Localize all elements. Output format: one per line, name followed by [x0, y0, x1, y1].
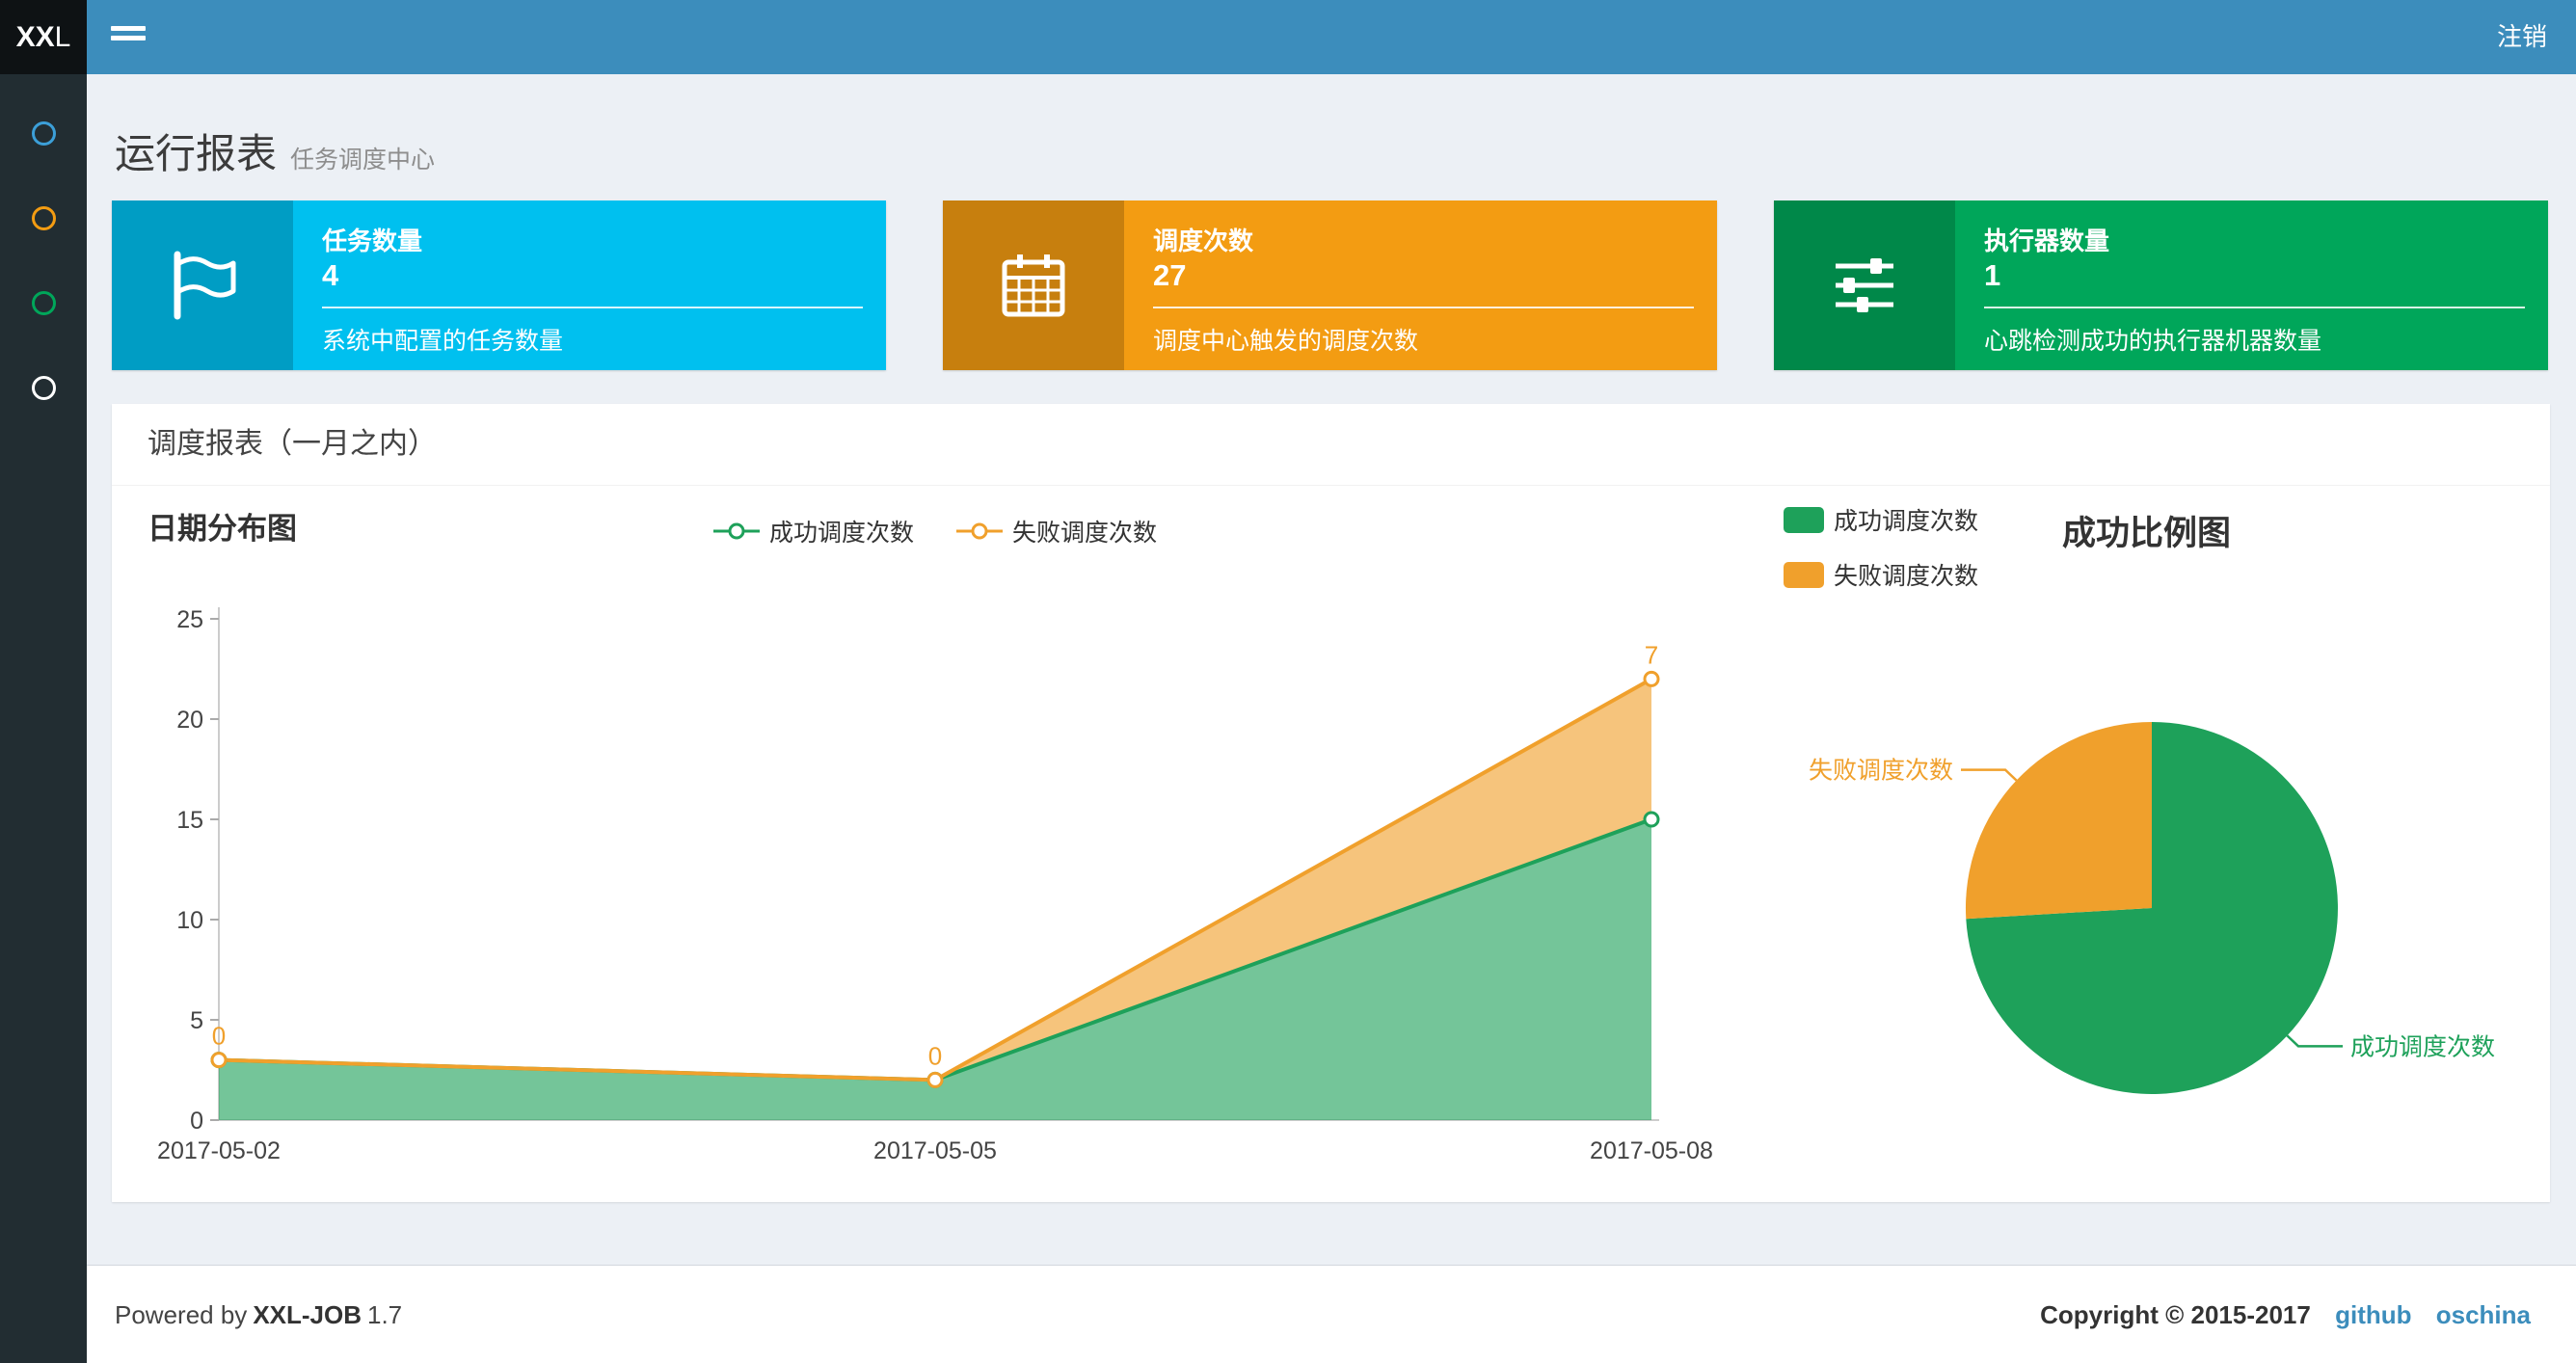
page-title-text: 运行报表	[115, 131, 278, 176]
legend-label: 成功调度次数	[1834, 508, 1979, 535]
sidebar-item-4[interactable]	[0, 345, 87, 430]
info-box-description: 心跳检测成功的执行器机器数量	[1984, 328, 2322, 355]
sidebar-item-2[interactable]	[0, 175, 87, 260]
app-version: 1.7	[367, 1300, 403, 1329]
legend-item-success[interactable]: 成功调度次数	[1784, 502, 1978, 537]
info-box-row: 任务数量 4 系统中配置的任务数量 调度次数 27 调度中心触发的调度次数 执行…	[112, 200, 2548, 370]
circle-icon	[31, 205, 56, 230]
date-distribution-area-chart[interactable]: 05101520252017-05-02 2017-05-05 2017-05-08…	[112, 578, 1770, 1195]
powered-by: Powered by XXL-JOB 1.7	[115, 1300, 403, 1329]
svg-text:10: 10	[176, 907, 203, 934]
line-chart-title: 日期分布图	[148, 512, 297, 546]
info-box-description: 系统中配置的任务数量	[322, 328, 564, 355]
svg-text:20: 20	[176, 707, 203, 734]
page-subtitle: 任务调度中心	[290, 147, 436, 174]
legend-swatch-orange	[1784, 561, 1824, 588]
hamburger-icon	[111, 26, 146, 45]
flag-icon	[112, 200, 293, 370]
sidebar-item-3[interactable]	[0, 260, 87, 345]
legend-label: 失败调度次数	[1834, 563, 1979, 590]
xxl-job-dashboard: XXL 注销 运行报表 任务调度中心 任务数量 4 系统中配置的任务数量 调度次…	[0, 0, 2576, 1363]
svg-text:25: 25	[176, 606, 203, 633]
info-box-trigger-count: 调度次数 27 调度中心触发的调度次数	[943, 200, 1717, 370]
svg-text:2017-05-02: 2017-05-02	[157, 1137, 281, 1164]
svg-text:2017-05-08: 2017-05-08	[1590, 1137, 1713, 1164]
svg-text:2017-05-05: 2017-05-05	[873, 1137, 997, 1164]
legend-line-marker-green	[713, 522, 760, 540]
info-box-title: 调度次数	[1153, 227, 1254, 255]
divider	[1153, 307, 1694, 308]
info-box-task-count: 任务数量 4 系统中配置的任务数量	[112, 200, 886, 370]
logo-text-bold: XX	[15, 21, 55, 53]
circle-icon	[31, 120, 56, 146]
app-logo[interactable]: XXL	[0, 0, 87, 74]
oschina-link[interactable]: oschina	[2436, 1300, 2531, 1329]
sidebar	[0, 74, 87, 1363]
info-box-value: 1	[1984, 258, 2001, 292]
svg-text:0: 0	[212, 1022, 226, 1051]
svg-text:0: 0	[190, 1108, 203, 1135]
info-box-title: 执行器数量	[1984, 227, 2110, 255]
sidebar-item-1[interactable]	[0, 91, 87, 175]
legend-swatch-green	[1784, 506, 1824, 533]
sliders-icon	[1774, 200, 1955, 370]
logo-text-light: L	[54, 21, 71, 53]
info-box-title: 任务数量	[322, 227, 423, 255]
svg-text:成功调度次数: 成功调度次数	[2350, 1033, 2495, 1060]
svg-text:0: 0	[928, 1041, 942, 1070]
svg-text:5: 5	[190, 1007, 203, 1034]
svg-text:7: 7	[1645, 640, 1658, 669]
app-name: XXL-JOB	[253, 1300, 362, 1329]
legend-item-success[interactable]: 成功调度次数	[713, 514, 914, 548]
divider	[1984, 307, 2525, 308]
calendar-icon	[943, 200, 1124, 370]
svg-text:失败调度次数: 失败调度次数	[1809, 758, 1953, 785]
page-footer: Powered by XXL-JOB 1.7 Copyright © 2015-20…	[87, 1265, 2576, 1363]
legend-label: 成功调度次数	[769, 520, 915, 547]
info-box-value: 4	[322, 258, 339, 292]
copyright-text: Copyright © 2015-2017	[2040, 1300, 2311, 1329]
circle-icon	[31, 375, 56, 400]
pie-chart-legend: 成功调度次数 失败调度次数	[1784, 502, 1978, 592]
legend-label: 失败调度次数	[1012, 520, 1158, 547]
pie-chart-title: 成功比例图	[2062, 515, 2232, 552]
divider	[322, 307, 863, 308]
info-box-description: 调度中心触发的调度次数	[1153, 328, 1419, 355]
success-ratio-pie-chart[interactable]: 成功调度次数 失败调度次数	[1784, 617, 2550, 1176]
svg-text:15: 15	[176, 807, 203, 834]
top-navbar: XXL 注销	[0, 0, 2576, 74]
info-box-executor-count: 执行器数量 1 心跳检测成功的执行器机器数量	[1774, 200, 2548, 370]
circle-icon	[31, 290, 56, 315]
panel-title: 调度报表（一月之内）	[112, 404, 2550, 486]
page-title: 运行报表 任务调度中心	[115, 121, 435, 180]
line-chart-legend: 成功调度次数 失败调度次数	[713, 514, 1157, 548]
content-header: 运行报表 任务调度中心	[115, 121, 435, 180]
logout-link[interactable]: 注销	[2497, 0, 2547, 74]
github-link[interactable]: github	[2335, 1300, 2411, 1329]
report-panel: 调度报表（一月之内） 日期分布图 成功调度次数 失败调度次数 成功调度次数 失败…	[112, 404, 2550, 1202]
info-box-value: 27	[1153, 258, 1187, 292]
legend-item-fail[interactable]: 失败调度次数	[956, 514, 1157, 548]
sidebar-toggle-button[interactable]	[87, 0, 170, 74]
legend-line-marker-orange	[956, 522, 1004, 540]
copyright: Copyright © 2015-2017 github oschina	[2040, 1300, 2531, 1330]
legend-item-fail[interactable]: 失败调度次数	[1784, 557, 1978, 592]
